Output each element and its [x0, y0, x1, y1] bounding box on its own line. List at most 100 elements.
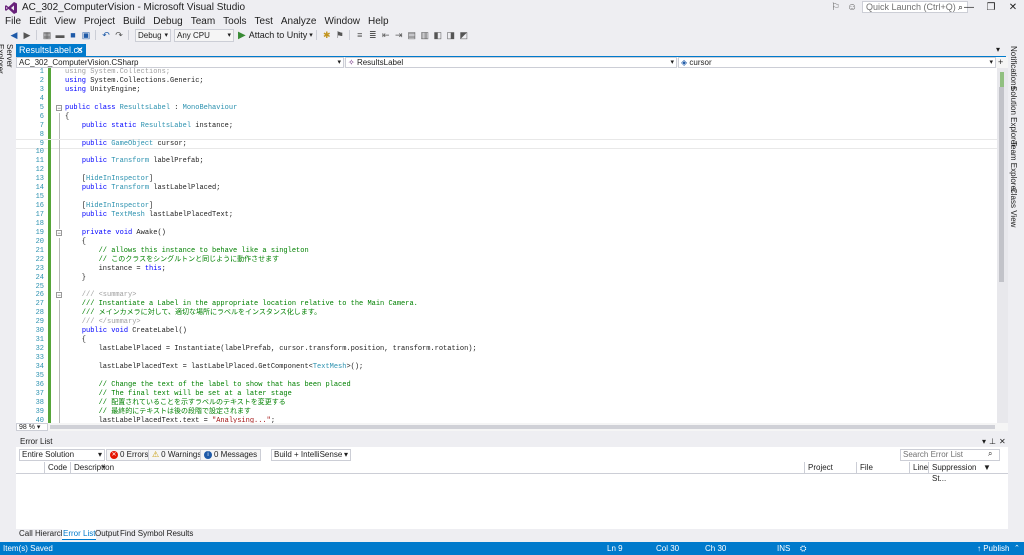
tab-server-explorer[interactable]: Server Explorer — [0, 44, 14, 96]
chevron-up-icon[interactable]: ⌃ — [1014, 542, 1020, 555]
code-line[interactable]: 12 — [16, 166, 997, 176]
menu-edit[interactable]: Edit — [25, 16, 50, 28]
code-line[interactable]: 35 — [16, 371, 997, 381]
menu-help[interactable]: Help — [364, 16, 393, 28]
code-line[interactable]: 28 /// メインカメラに対して、適切な場所にラベルをインスタンス化します。 — [16, 309, 997, 319]
messages-filter-button[interactable]: i0 Messages — [200, 449, 262, 461]
close-tab-icon[interactable]: ✕ — [76, 44, 84, 56]
redo-icon[interactable]: ↷ — [113, 29, 125, 41]
code-line[interactable]: 25 — [16, 282, 997, 292]
code-line[interactable]: 9 public GameObject cursor; — [16, 138, 997, 150]
code-line[interactable]: 10 — [16, 148, 997, 158]
code-line[interactable]: 32 lastLabelPlaced = Instantiate(labelPr… — [16, 345, 997, 354]
code-editor[interactable]: 1 using System.Collections; 2 using System.… — [16, 68, 997, 423]
scope-dropdown[interactable]: Entire Solution ▾ — [19, 449, 105, 461]
bookmark-icon[interactable]: ⚑ — [334, 29, 346, 41]
menu-test[interactable]: Test — [251, 16, 277, 28]
column-suppression-state[interactable]: Suppression St... — [928, 462, 984, 483]
bookmark-next-icon[interactable]: ◨ — [445, 29, 457, 41]
tab-overflow-icon[interactable]: ▾ — [996, 44, 1000, 56]
tab-output[interactable]: Output — [95, 529, 119, 539]
comment-icon[interactable]: ▤ — [406, 29, 418, 41]
new-project-icon[interactable]: ▦ — [41, 29, 53, 41]
menu-view[interactable]: View — [50, 16, 80, 28]
code-line[interactable]: 29 /// </summary> — [16, 318, 997, 328]
forward-icon[interactable]: ▶ — [21, 29, 33, 41]
indent-icon[interactable]: ⇥ — [393, 29, 405, 41]
code-line[interactable]: 1 using System.Collections; — [16, 68, 997, 77]
code-line[interactable]: 19 − private void Awake() — [16, 228, 997, 238]
source-control-icon[interactable]: ⛭ — [800, 542, 806, 555]
code-line[interactable]: 24 } — [16, 273, 997, 283]
code-line[interactable]: 39 // 最終的にテキストは後の段階で設定されます — [16, 407, 997, 417]
save-all-icon[interactable]: ▣ — [80, 29, 92, 41]
undo-icon[interactable]: ↶ — [100, 29, 112, 41]
platform-select[interactable]: Any CPU ▾ — [174, 28, 234, 42]
code-line[interactable]: 18 — [16, 219, 997, 229]
pin-icon[interactable]: ⊥ — [989, 437, 999, 446]
column-line[interactable]: Line — [909, 462, 929, 473]
lightbulb-icon[interactable]: ✱ — [321, 29, 333, 41]
zoom-select[interactable]: 98 % ▾ — [16, 423, 48, 431]
config-select[interactable]: Debug ▾ — [135, 28, 171, 42]
flag-icon[interactable]: ⚐ — [831, 2, 840, 13]
split-editor-icon[interactable]: + — [998, 57, 1003, 68]
code-line[interactable]: 4 — [16, 94, 997, 104]
code-line[interactable]: 33 — [16, 354, 997, 363]
align-right-icon[interactable]: ≣ — [367, 29, 379, 41]
open-file-icon[interactable]: ▬ — [54, 29, 66, 41]
code-line[interactable]: 26 − /// <summary> — [16, 291, 997, 301]
code-line[interactable]: 36 // Change the text of the label to sh… — [16, 380, 997, 390]
class-dropdown[interactable]: ✧ ResultsLabel ▾ — [345, 57, 677, 68]
uncomment-icon[interactable]: ▥ — [419, 29, 431, 41]
code-line[interactable]: 37 // The final text will be set at a la… — [16, 389, 997, 399]
code-line[interactable]: 23 instance = this; — [16, 264, 997, 274]
code-line[interactable]: 7 public static ResultsLabel instance; — [16, 121, 997, 131]
close-icon[interactable]: ✕ — [999, 437, 1009, 446]
column-file[interactable]: File — [856, 462, 910, 473]
column-description[interactable]: Description — [70, 462, 804, 473]
code-line[interactable]: 2 using System.Collections.Generic; — [16, 76, 997, 86]
code-line[interactable]: 38 // 配置されていることを示すラベルのテキストを変更する — [16, 398, 997, 408]
menu-tools[interactable]: Tools — [219, 16, 250, 28]
tab-team-explorer[interactable]: Team Explorer — [1009, 141, 1018, 193]
code-line[interactable]: 21 // allows this instance to behave lik… — [16, 246, 997, 256]
code-line[interactable]: 16 [HideInInspector] — [16, 202, 997, 211]
menu-analyze[interactable]: Analyze — [277, 16, 321, 28]
collapse-icon[interactable]: − — [56, 292, 62, 299]
column-project[interactable]: Project — [804, 462, 858, 473]
member-dropdown[interactable]: ◈ cursor ▾ — [678, 57, 996, 68]
menu-debug[interactable]: Debug — [149, 16, 186, 28]
chevron-down-icon[interactable]: ▾ — [982, 437, 989, 446]
code-line[interactable]: 3 using UnityEngine; — [16, 85, 997, 95]
code-line[interactable]: 34 lastLabelPlacedText = lastLabelPlaced… — [16, 362, 997, 372]
errors-filter-button[interactable]: ✕ 0 Errors — [106, 449, 153, 461]
code-line[interactable]: 15 — [16, 193, 997, 203]
vertical-scroll-thumb[interactable] — [999, 87, 1004, 282]
menu-build[interactable]: Build — [119, 16, 149, 28]
menu-file[interactable]: File — [0, 16, 25, 28]
search-icon[interactable]: ⌕ — [988, 449, 992, 459]
save-icon[interactable]: ■ — [67, 29, 79, 41]
close-icon[interactable]: ✕ — [1002, 0, 1024, 14]
outdent-icon[interactable]: ⇤ — [380, 29, 392, 41]
align-left-icon[interactable]: ≡ — [354, 29, 366, 41]
collapse-icon[interactable]: − — [56, 229, 62, 236]
code-line[interactable]: 31 { — [16, 336, 997, 346]
code-line[interactable]: 27 /// Instantiate a Label in the approp… — [16, 300, 997, 310]
bookmark-prev-icon[interactable]: ◧ — [432, 29, 444, 41]
code-line[interactable]: 22 // このクラスをシングルトンと同じように動作させます — [16, 255, 997, 265]
menu-window[interactable]: Window — [320, 16, 364, 28]
bookmark-clear-icon[interactable]: ◩ — [458, 29, 470, 41]
code-line[interactable]: 20 { — [16, 237, 997, 247]
error-list-search-input[interactable]: Search Error List — [900, 449, 1000, 461]
filter-icon[interactable]: ▼ — [983, 462, 991, 473]
code-line[interactable]: 17 public TextMesh lastLabelPlacedText; — [16, 211, 997, 220]
code-line[interactable]: 13 [HideInInspector] — [16, 175, 997, 185]
menu-project[interactable]: Project — [80, 16, 119, 28]
publish-button[interactable]: ↑ Publish — [977, 542, 1009, 555]
quick-launch-input[interactable]: Quick Launch (Ctrl+Q) — [862, 1, 968, 13]
warnings-filter-button[interactable]: ⚠ 0 Warnings — [148, 449, 206, 461]
code-line[interactable]: 6{ — [16, 112, 997, 122]
tab-solution-explorer[interactable]: Solution Explorer — [1009, 86, 1018, 147]
